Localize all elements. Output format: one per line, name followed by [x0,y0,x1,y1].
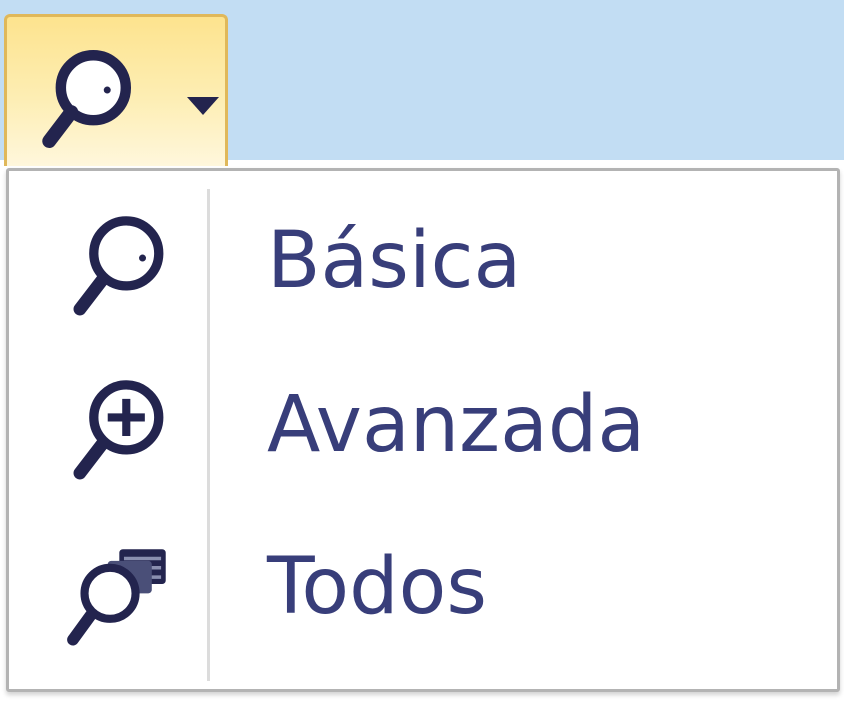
search-dropdown-menu: Básica Avanzada Todos [6,168,840,692]
menu-item-todos[interactable]: Todos [17,509,829,665]
menu-item-label: Avanzada [267,380,646,470]
menu-item-basica[interactable]: Básica [17,183,829,339]
search-split-button[interactable] [4,14,228,166]
chevron-down-icon[interactable] [183,91,223,121]
search-plus-icon [73,380,164,480]
menu-item-label: Todos [267,542,487,632]
menu-item-avanzada[interactable]: Avanzada [17,347,829,503]
search-icon [42,50,132,149]
search-icon [73,216,164,316]
menu-item-label: Básica [267,216,522,306]
search-all-icon [67,549,166,646]
